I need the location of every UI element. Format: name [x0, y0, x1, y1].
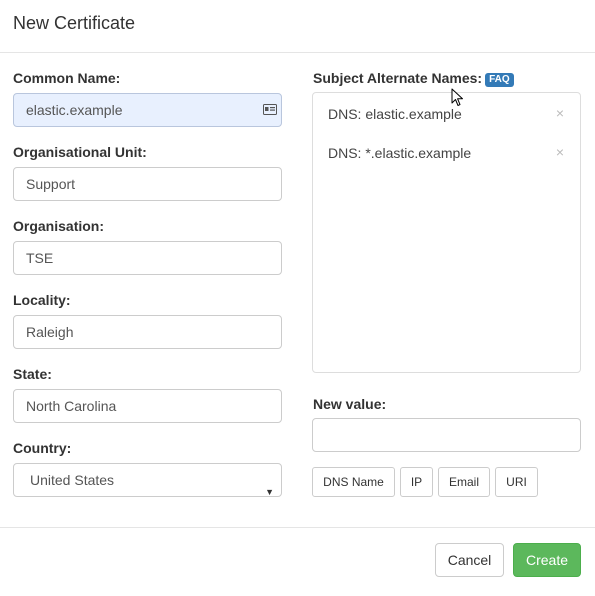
modal-title: New Certificate: [13, 13, 136, 33]
modal-footer: [0, 527, 595, 596]
cancel-button[interactable]: Cancel: [435, 543, 504, 577]
org-unit-label: Organisational Unit:: [13, 144, 147, 160]
country-label: Country:: [13, 440, 72, 456]
create-button[interactable]: Create: [513, 543, 581, 577]
san-list-item: DNS: elastic.example: [328, 106, 462, 122]
org-unit-input[interactable]: Support: [13, 167, 282, 201]
country-value: United States: [30, 472, 115, 488]
organisation-label: Organisation:: [13, 218, 105, 234]
state-input[interactable]: North Carolina: [13, 389, 282, 423]
new-value-label: New value:: [313, 396, 387, 412]
common-name-input[interactable]: elastic.example: [13, 93, 282, 127]
state-label: State:: [13, 366, 52, 382]
remove-icon[interactable]: ×: [556, 105, 564, 121]
remove-icon[interactable]: ×: [556, 144, 564, 160]
mouse-pointer-icon: [451, 88, 463, 106]
common-name-value: elastic.example: [26, 102, 123, 118]
san-label-text: Subject Alternate Names:: [313, 70, 483, 86]
email-button[interactable]: Email: [438, 467, 490, 497]
san-list-item: DNS: *.elastic.example: [328, 145, 472, 161]
org-unit-value: Support: [26, 176, 76, 192]
organisation-input[interactable]: TSE: [13, 241, 282, 275]
common-name-label: Common Name:: [13, 70, 121, 86]
san-list: DNS: elastic.example × DNS: *.elastic.ex…: [312, 92, 581, 373]
faq-badge[interactable]: FAQ: [485, 73, 514, 87]
organisation-value: TSE: [26, 250, 54, 266]
country-select[interactable]: United States ▼: [13, 463, 282, 497]
dns-name-button[interactable]: DNS Name: [312, 467, 395, 497]
locality-value: Raleigh: [26, 324, 74, 340]
modal-header: New Certificate: [0, 0, 595, 53]
dropdown-caret-icon: ▼: [265, 487, 274, 497]
san-label: Subject Alternate Names: FAQ: [313, 70, 514, 87]
uri-button[interactable]: URI: [495, 467, 538, 497]
locality-input[interactable]: Raleigh: [13, 315, 282, 349]
new-value-input[interactable]: [312, 418, 581, 452]
state-value: North Carolina: [26, 398, 117, 414]
contact-card-icon: [263, 104, 277, 115]
ip-button[interactable]: IP: [400, 467, 433, 497]
locality-label: Locality:: [13, 292, 71, 308]
